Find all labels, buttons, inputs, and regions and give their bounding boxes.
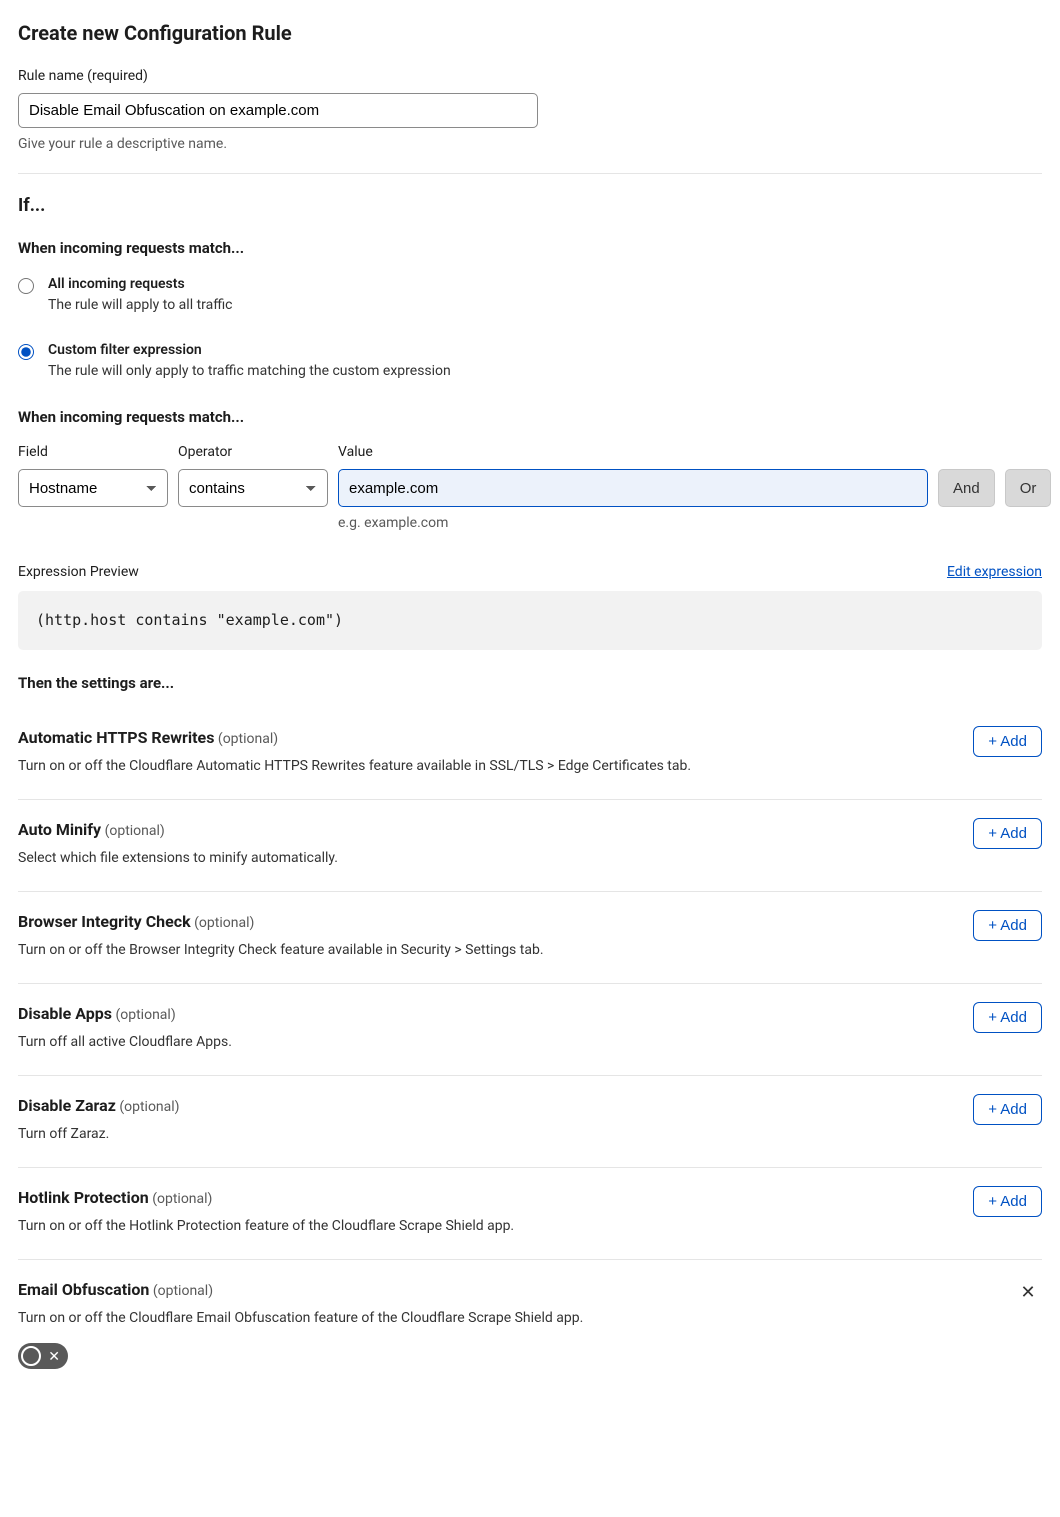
rule-name-label: Rule name (required)	[18, 66, 1042, 87]
radio-all[interactable]	[18, 278, 34, 294]
field-select[interactable]: Hostname	[18, 469, 168, 507]
rule-name-input[interactable]	[18, 93, 538, 128]
radio-all-desc: The rule will apply to all traffic	[48, 295, 233, 316]
optional-label: (optional)	[218, 731, 278, 747]
setting-description: Turn on or off the Cloudflare Automatic …	[18, 756, 691, 777]
toggle-off-icon: ✕	[48, 1347, 60, 1368]
add-button[interactable]: + Add	[973, 1094, 1042, 1125]
edit-expression-link[interactable]: Edit expression	[947, 562, 1042, 583]
radio-custom-title: Custom filter expression	[48, 340, 451, 361]
setting-title: Email Obfuscation	[18, 1280, 149, 1299]
setting-block: Auto Minify (optional) Select which file …	[18, 800, 1042, 892]
operator-select[interactable]: contains	[178, 469, 328, 507]
value-hint: e.g. example.com	[338, 513, 928, 534]
setting-description: Turn on or off the Hotlink Protection fe…	[18, 1216, 514, 1237]
setting-block: Disable Apps (optional) Turn off all acti…	[18, 984, 1042, 1076]
rule-name-hint: Give your rule a descriptive name.	[18, 134, 1042, 155]
setting-title: Hotlink Protection	[18, 1188, 149, 1207]
if-heading: If...	[18, 192, 1042, 219]
operator-label: Operator	[178, 442, 328, 463]
add-button[interactable]: + Add	[973, 726, 1042, 757]
radio-all-title: All incoming requests	[48, 274, 233, 295]
setting-block: Automatic HTTPS Rewrites (optional) Turn …	[18, 708, 1042, 800]
setting-title: Automatic HTTPS Rewrites	[18, 728, 214, 747]
setting-description: Turn on or off the Browser Integrity Che…	[18, 940, 544, 961]
add-button[interactable]: + Add	[973, 910, 1042, 941]
radio-custom-desc: The rule will only apply to traffic matc…	[48, 361, 451, 382]
add-button[interactable]: + Add	[973, 818, 1042, 849]
setting-description: Turn on or off the Cloudflare Email Obfu…	[18, 1308, 583, 1329]
toggle-switch[interactable]: ✕	[18, 1343, 68, 1369]
optional-label: (optional)	[105, 823, 165, 839]
divider	[18, 173, 1042, 174]
add-button[interactable]: + Add	[973, 1186, 1042, 1217]
setting-title: Disable Zaraz	[18, 1096, 116, 1115]
field-label: Field	[18, 442, 168, 463]
or-button[interactable]: Or	[1005, 469, 1052, 507]
optional-label: (optional)	[153, 1283, 213, 1299]
expression-preview-code: (http.host contains "example.com")	[18, 591, 1042, 650]
setting-description: Select which file extensions to minify a…	[18, 848, 338, 869]
and-button[interactable]: And	[938, 469, 995, 507]
then-heading: Then the settings are...	[18, 672, 1042, 695]
optional-label: (optional)	[115, 1007, 175, 1023]
page-title: Create new Configuration Rule	[18, 18, 1042, 48]
setting-description: Turn off Zaraz.	[18, 1124, 180, 1145]
match-heading: When incoming requests match...	[18, 237, 1042, 260]
setting-block: Browser Integrity Check (optional) Turn o…	[18, 892, 1042, 984]
expression-preview-label: Expression Preview	[18, 562, 139, 583]
match-heading-2: When incoming requests match...	[18, 406, 1042, 429]
setting-block: Hotlink Protection (optional) Turn on or …	[18, 1168, 1042, 1260]
add-button[interactable]: + Add	[973, 1002, 1042, 1033]
value-label: Value	[338, 442, 928, 463]
setting-description: Turn off all active Cloudflare Apps.	[18, 1032, 232, 1053]
setting-block: Email Obfuscation (optional) Turn on or o…	[18, 1260, 1042, 1391]
value-input[interactable]	[338, 469, 928, 507]
setting-title: Disable Apps	[18, 1004, 112, 1023]
setting-title: Browser Integrity Check	[18, 912, 191, 931]
radio-custom[interactable]	[18, 344, 34, 360]
optional-label: (optional)	[194, 915, 254, 931]
optional-label: (optional)	[119, 1099, 179, 1115]
close-icon[interactable]: ✕	[1014, 1278, 1042, 1306]
setting-block: Disable Zaraz (optional) Turn off Zaraz. +…	[18, 1076, 1042, 1168]
optional-label: (optional)	[152, 1191, 212, 1207]
setting-title: Auto Minify	[18, 820, 101, 839]
